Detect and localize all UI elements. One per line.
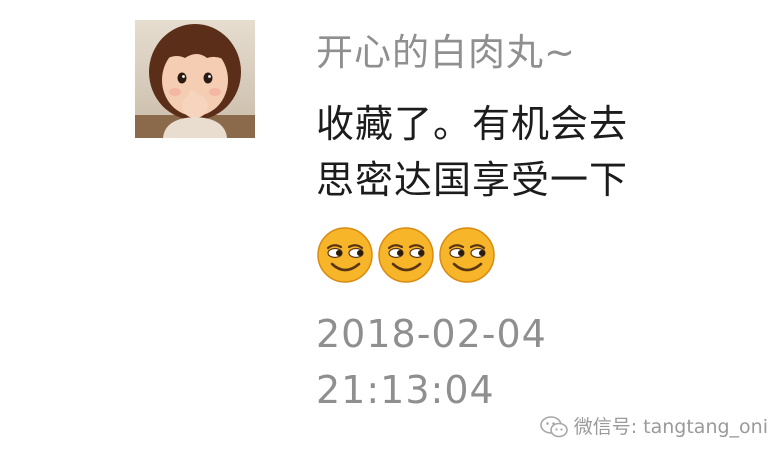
avatar[interactable] [135,20,255,138]
comment-date: 2018-02-04 [316,312,547,356]
smirk-emoji-icon [317,227,373,283]
comment-text-line: 思密达国享受一下 [316,158,629,202]
comment-text: 收藏了。有机会去 思密达国享受一下 [316,96,676,208]
watermark: 微信号: tangtang_oni [539,415,768,439]
avatar-photo [135,20,255,138]
comment-author-name[interactable]: 开心的白肉丸~ [316,28,576,78]
comment-time: 21:13:04 [316,368,495,412]
comment-item: 开心的白肉丸~ 收藏了。有机会去 思密达国享受一下 2018-02-04 21:… [0,0,784,453]
comment-timestamp: 2018-02-04 21:13:04 [316,306,547,418]
page: 开心的白肉丸~ 收藏了。有机会去 思密达国享受一下 2018-02-04 21:… [0,0,784,453]
watermark-text: 微信号: tangtang_oni [573,416,768,438]
comment-text-line: 收藏了。有机会去 [316,102,629,146]
smirk-emoji-icon [378,227,434,283]
emoji-row [316,226,496,284]
smirk-emoji-icon [439,227,495,283]
wechat-icon [539,416,568,438]
